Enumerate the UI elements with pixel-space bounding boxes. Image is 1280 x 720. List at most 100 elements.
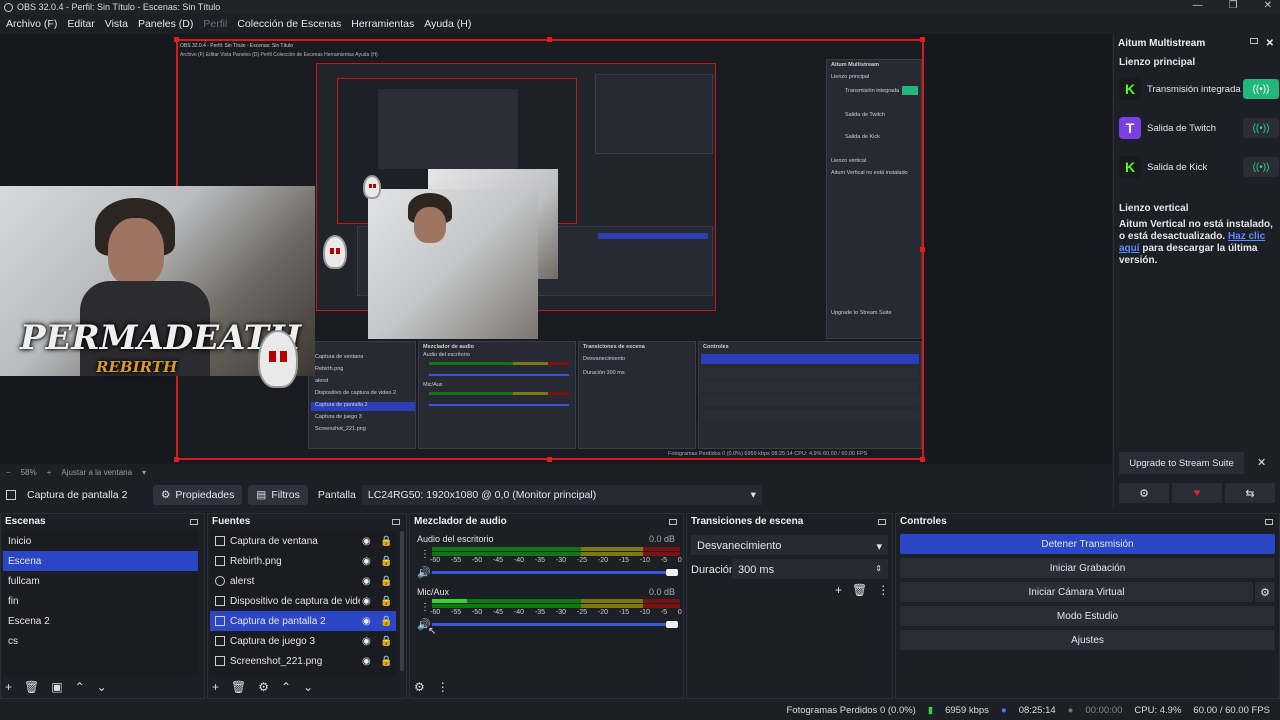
undock-icon[interactable] [669, 518, 677, 525]
source-item[interactable]: Dispositivo de captura de video 2◉ 🔒 [210, 591, 396, 611]
lock-icon[interactable]: 🔒 [380, 536, 392, 547]
virtual-camera-settings-gear-icon[interactable]: ⚙ [1255, 582, 1275, 602]
resize-handle[interactable] [920, 247, 925, 252]
close-icon[interactable]: ✕ [1266, 38, 1274, 49]
kebab-menu-icon[interactable]: ⋮ [877, 583, 889, 597]
volume-fader[interactable] [432, 623, 677, 626]
resize-handle[interactable] [920, 457, 925, 462]
spinner-icon[interactable]: ⇕ [875, 564, 882, 574]
lock-icon[interactable]: 🔒 [380, 596, 392, 607]
minimize-icon[interactable]: — [1193, 0, 1203, 11]
start-virtual-camera-button[interactable]: Iniciar Cámara Virtual [900, 582, 1253, 602]
kebab-menu-icon[interactable]: ⋮ [437, 680, 449, 694]
fit-to-window[interactable]: Ajustar a la ventana [61, 468, 132, 477]
upgrade-button[interactable]: Upgrade to Stream Suite [1119, 452, 1244, 474]
undock-icon[interactable] [392, 518, 400, 525]
lock-icon[interactable]: 🔒 [380, 556, 392, 567]
volume-knob[interactable] [666, 621, 678, 628]
move-up-icon[interactable]: ⌃ [75, 680, 85, 694]
filters-icon[interactable]: ▣ [51, 680, 62, 694]
scene-item[interactable]: Escena 2 [3, 611, 198, 631]
move-up-icon[interactable]: ⌃ [281, 680, 291, 694]
transitions-dock: Transiciones de escena Desvanecimiento ▾ … [686, 513, 893, 699]
filters-button[interactable]: ▤ Filtros [248, 485, 308, 505]
source-item[interactable]: Captura de pantalla 2 ◉ 🔒 [210, 611, 396, 631]
resize-handle[interactable] [547, 37, 552, 42]
close-icon[interactable]: ✕ [1257, 456, 1266, 469]
eye-icon[interactable]: ◉ [362, 616, 371, 627]
scene-item[interactable]: fin [3, 591, 198, 611]
eye-icon[interactable]: ◉ [362, 636, 371, 647]
advanced-audio-icon[interactable]: ⚙ [414, 680, 425, 694]
heart-icon[interactable]: ♥ [1172, 483, 1222, 503]
resize-handle[interactable] [174, 37, 179, 42]
add-icon[interactable]: + [835, 583, 842, 597]
menu-docks[interactable]: Paneles (D) [138, 18, 193, 30]
source-item[interactable]: Captura de juego 3 ◉ 🔒 [210, 631, 396, 651]
close-icon[interactable]: ✕ [1264, 0, 1272, 11]
studio-mode-button[interactable]: Modo Estudio [900, 606, 1275, 626]
menu-scene-collection[interactable]: Colección de Escenas [237, 18, 341, 30]
maximize-icon[interactable]: ❐ [1229, 0, 1238, 11]
undock-icon[interactable] [1265, 518, 1273, 525]
settings-button[interactable]: Ajustes [900, 630, 1275, 650]
kebab-menu-icon[interactable]: ⋮ [420, 549, 430, 560]
lock-icon[interactable]: 🔒 [380, 636, 392, 647]
eye-icon[interactable]: ◉ [362, 656, 371, 667]
duration-input[interactable]: 300 ms ⇕ [732, 559, 888, 579]
menu-view[interactable]: Vista [105, 18, 128, 30]
stop-streaming-button[interactable]: Detener Transmisión [900, 534, 1275, 554]
eye-icon[interactable]: ◉ [362, 556, 371, 567]
eye-icon[interactable]: ◉ [362, 576, 371, 587]
volume-fader[interactable] [432, 571, 677, 574]
stream-toggle-button[interactable]: ((•)) [1243, 118, 1279, 138]
transition-select[interactable]: Desvanecimiento ▾ [691, 535, 888, 555]
menu-file[interactable]: Archivo (F) [6, 18, 57, 30]
move-down-icon[interactable]: ⌄ [97, 680, 107, 694]
start-recording-button[interactable]: Iniciar Grabación [900, 558, 1275, 578]
lock-icon[interactable]: 🔒 [380, 576, 392, 587]
volume-knob[interactable] [666, 569, 678, 576]
menu-profile[interactable]: Perfil [203, 18, 227, 30]
gear-icon[interactable]: ⚙ [1119, 483, 1169, 503]
resize-handle[interactable] [920, 37, 925, 42]
undock-icon[interactable] [190, 518, 198, 525]
undock-icon[interactable] [1249, 37, 1258, 44]
undock-icon[interactable] [878, 518, 886, 525]
trash-icon[interactable]: 🗑 [852, 583, 867, 597]
source-item[interactable]: Screenshot_221.png ◉ 🔒 [210, 651, 396, 671]
menu-help[interactable]: Ayuda (H) [424, 18, 471, 30]
eye-icon[interactable]: ◉ [362, 596, 371, 607]
scene-item[interactable]: cs [3, 631, 198, 651]
add-icon[interactable]: + [212, 680, 219, 694]
scrollbar[interactable] [400, 531, 404, 671]
resize-handle[interactable] [547, 457, 552, 462]
source-item[interactable]: Rebirth.png ◉ 🔒 [210, 551, 396, 571]
monitor-select[interactable]: LC24RG50: 1920x1080 @ 0,0 (Monitor princ… [361, 485, 762, 505]
zoom-out-icon[interactable]: − [6, 468, 11, 477]
source-item[interactable]: Captura de ventana ◉ 🔒 [210, 531, 396, 551]
kebab-menu-icon[interactable]: ⋮ [420, 602, 430, 613]
scene-item[interactable]: Inicio [3, 531, 198, 551]
move-down-icon[interactable]: ⌄ [303, 680, 313, 694]
resize-handle[interactable] [174, 457, 179, 462]
zoom-in-icon[interactable]: + [47, 468, 52, 477]
stream-toggle-button[interactable]: ((•)) [1243, 79, 1279, 99]
properties-button[interactable]: ⚙ Propiedades [153, 485, 243, 505]
gear-icon[interactable]: ⚙ [258, 680, 269, 694]
source-item[interactable]: alerst ◉ 🔒 [210, 571, 396, 591]
stream-toggle-button[interactable]: ((•)) [1243, 157, 1279, 177]
scene-item[interactable]: Escena [3, 551, 198, 571]
menu-edit[interactable]: Editar [67, 18, 94, 30]
share-icon[interactable]: ⇆ [1225, 483, 1275, 503]
eye-icon[interactable]: ◉ [362, 536, 371, 547]
lock-icon[interactable]: 🔒 [380, 656, 392, 667]
add-icon[interactable]: + [5, 680, 12, 694]
menu-tools[interactable]: Herramientas [351, 18, 414, 30]
trash-icon[interactable]: 🗑 [231, 680, 246, 694]
scene-item[interactable]: fullcam [3, 571, 198, 591]
speaker-icon[interactable]: 🔊 [417, 566, 431, 579]
lock-icon[interactable]: 🔒 [380, 616, 392, 627]
chevron-down-icon[interactable]: ▾ [142, 468, 146, 477]
trash-icon[interactable]: 🗑 [24, 680, 39, 694]
